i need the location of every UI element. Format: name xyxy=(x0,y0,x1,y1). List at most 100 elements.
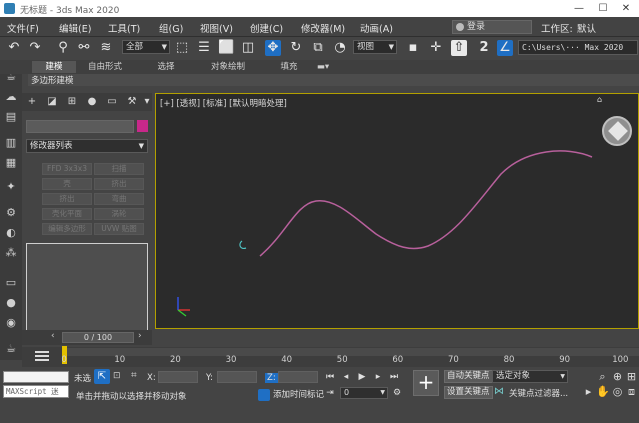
reference-coord-dropdown[interactable]: 视图 ▼ xyxy=(353,40,397,54)
rect-selection-icon[interactable]: ⬜ xyxy=(218,40,234,56)
rotate-icon[interactable]: ↻ xyxy=(288,40,304,56)
window-crossing-icon[interactable]: ◫ xyxy=(240,40,256,56)
helper-icon[interactable]: ⚙ xyxy=(3,206,19,220)
polygon-modeling-label[interactable]: 多边形建模 xyxy=(31,74,74,86)
box-icon[interactable]: ▭ xyxy=(3,276,19,290)
workspace-dropdown[interactable]: 默认 xyxy=(577,21,596,35)
modifier-button-uvw-map[interactable]: UVW 贴图 xyxy=(94,223,144,235)
next-frame-icon[interactable]: › xyxy=(138,331,142,341)
layer-icon[interactable]: ▥ xyxy=(3,136,19,150)
selection-filter-dropdown[interactable]: 全部 ▼ xyxy=(122,40,170,54)
maxscript-mini-field[interactable]: MAXScript 迷 xyxy=(3,385,69,398)
next-key-icon[interactable]: ▸ xyxy=(372,371,384,384)
unlink-icon[interactable]: ⚯ xyxy=(76,40,92,56)
home-icon[interactable]: ⌂ xyxy=(597,95,602,104)
go-to-start-icon[interactable]: ⏮ xyxy=(324,371,336,384)
modifier-stack-list[interactable] xyxy=(26,243,148,331)
time-config-icon[interactable]: ⚙ xyxy=(391,387,403,400)
track-bar[interactable]: 0 10 20 30 40 50 60 70 80 90 100 xyxy=(22,346,639,367)
spline-curve[interactable] xyxy=(259,150,593,257)
timeline-track[interactable] xyxy=(64,348,639,356)
circle-icon[interactable]: ● xyxy=(3,296,19,310)
orbit-icon[interactable]: ◎ xyxy=(611,385,624,398)
coord-x-field[interactable] xyxy=(158,371,198,383)
set-key-mode-button[interactable]: 设置关键点 xyxy=(444,386,493,399)
menu-group[interactable]: 组(G) xyxy=(159,21,183,35)
fov-icon[interactable]: ▸ xyxy=(582,385,595,398)
maximize-viewport-icon[interactable]: ⧈ xyxy=(625,385,638,398)
teapot-small-icon[interactable]: ☕ xyxy=(3,342,19,356)
bind-spacewarp-icon[interactable]: ≋ xyxy=(98,40,114,56)
modifier-button-extrude[interactable]: 挤出 xyxy=(94,178,144,190)
modifier-button-shell[interactable]: 壳 xyxy=(42,178,92,190)
frame-slider[interactable]: 0 / 100 xyxy=(62,332,134,343)
key-mode-icon[interactable]: ⇥ xyxy=(324,387,336,400)
table-icon[interactable]: ▦ xyxy=(3,156,19,170)
menu-animation[interactable]: 动画(A) xyxy=(360,21,393,35)
redo-icon[interactable]: ↷ xyxy=(27,40,43,56)
object-color-swatch[interactable] xyxy=(137,120,148,132)
link-icon[interactable]: ⚲ xyxy=(55,40,71,56)
pivot-icon[interactable]: ▪ xyxy=(405,40,421,56)
tab-object-paint[interactable]: 对象绘制 xyxy=(200,61,256,73)
shape-icon[interactable]: ◉ xyxy=(3,316,19,330)
perspective-viewport[interactable]: [+] [透视] [标准] [默认明暗处理] ⌂ xyxy=(155,93,639,329)
menu-tools[interactable]: 工具(T) xyxy=(108,21,140,35)
keyboard-shortcut-icon[interactable]: ⇧ xyxy=(451,40,467,56)
cloud-icon[interactable]: ☁ xyxy=(3,90,19,104)
modifier-button-extrude-2[interactable]: 挤出 xyxy=(42,193,92,205)
prev-frame-icon[interactable]: ‹ xyxy=(51,331,55,341)
tab-modeling[interactable]: 建模 xyxy=(32,61,76,73)
select-manipulate-icon[interactable]: ✛ xyxy=(428,40,444,56)
select-by-name-icon[interactable]: ☰ xyxy=(196,40,212,56)
prev-key-icon[interactable]: ◂ xyxy=(340,371,352,384)
modifier-button-sweep[interactable]: 扫描 xyxy=(94,163,144,175)
minimize-button[interactable]: — xyxy=(568,2,590,15)
selected-set-dropdown[interactable]: 选定对象 ▼ xyxy=(492,370,568,383)
tab-selection[interactable]: 选择 xyxy=(146,61,186,73)
panel-expand-icon[interactable]: ▾ xyxy=(140,95,154,109)
track-bar-menu-icon[interactable] xyxy=(35,351,49,361)
isolate-icon[interactable]: ⊡ xyxy=(113,371,121,381)
close-button[interactable]: ✕ xyxy=(615,2,637,15)
utilities-tab-icon[interactable]: ⚒ xyxy=(125,95,139,109)
set-key-button[interactable]: + xyxy=(413,370,439,396)
select-object-icon[interactable]: ⬚ xyxy=(174,40,190,56)
project-path-field[interactable]: C:\Users\··· Max 2020 xyxy=(518,40,638,55)
viewcube-icon[interactable] xyxy=(602,116,632,146)
selection-lock-icon[interactable]: ⇱ xyxy=(94,369,110,384)
key-filters-button[interactable]: 关键点过滤器... xyxy=(509,387,568,399)
modifier-button-ffd[interactable]: FFD 3x3x3 xyxy=(42,163,92,175)
absolute-mode-icon[interactable]: ⌗ xyxy=(131,370,137,381)
maximize-button[interactable]: ☐ xyxy=(592,2,614,15)
scene-explorer-icon[interactable]: ▤ xyxy=(3,110,19,124)
key-filter-icon[interactable]: ⋈ xyxy=(494,386,504,397)
snap-toggle-icon[interactable]: 2 xyxy=(476,40,492,56)
zoom-all-icon[interactable]: ⊕ xyxy=(611,370,624,383)
menu-view[interactable]: 视图(V) xyxy=(200,21,233,35)
create-tab-icon[interactable]: + xyxy=(25,95,39,109)
current-frame-field[interactable]: 0 ▼ xyxy=(340,387,388,399)
menu-edit[interactable]: 编辑(E) xyxy=(59,21,91,35)
coord-z-field[interactable] xyxy=(278,371,318,383)
modify-tab-icon[interactable]: ◪ xyxy=(45,95,59,109)
modifier-button-turbo[interactable]: 涡轮 xyxy=(94,208,144,220)
light-icon[interactable]: ✦ xyxy=(3,180,19,194)
scale-icon[interactable]: ⧉ xyxy=(310,40,326,56)
zoom-icon[interactable]: ⌕ xyxy=(596,370,609,383)
play-icon[interactable]: ▶ xyxy=(356,371,368,384)
hierarchy-tab-icon[interactable]: ⊞ xyxy=(65,95,79,109)
login-button[interactable]: 登录 xyxy=(452,20,532,34)
motion-tab-icon[interactable]: ● xyxy=(85,95,99,109)
auto-key-button[interactable]: 自动关键点 xyxy=(444,370,493,383)
tab-freeform[interactable]: 自由形式 xyxy=(80,61,130,73)
angle-snap-icon[interactable]: ∠ xyxy=(497,40,513,56)
sphere-icon[interactable]: ◐ xyxy=(3,226,19,240)
ribbon-options-icon[interactable]: ▬▾ xyxy=(314,61,332,73)
tab-populate[interactable]: 填充 xyxy=(272,61,306,73)
go-to-end-icon[interactable]: ⏭ xyxy=(388,371,400,384)
particles-icon[interactable]: ⁂ xyxy=(3,246,19,260)
move-icon[interactable]: ✥ xyxy=(265,40,281,56)
undo-icon[interactable]: ↶ xyxy=(6,40,22,56)
menu-file[interactable]: 文件(F) xyxy=(7,21,39,35)
